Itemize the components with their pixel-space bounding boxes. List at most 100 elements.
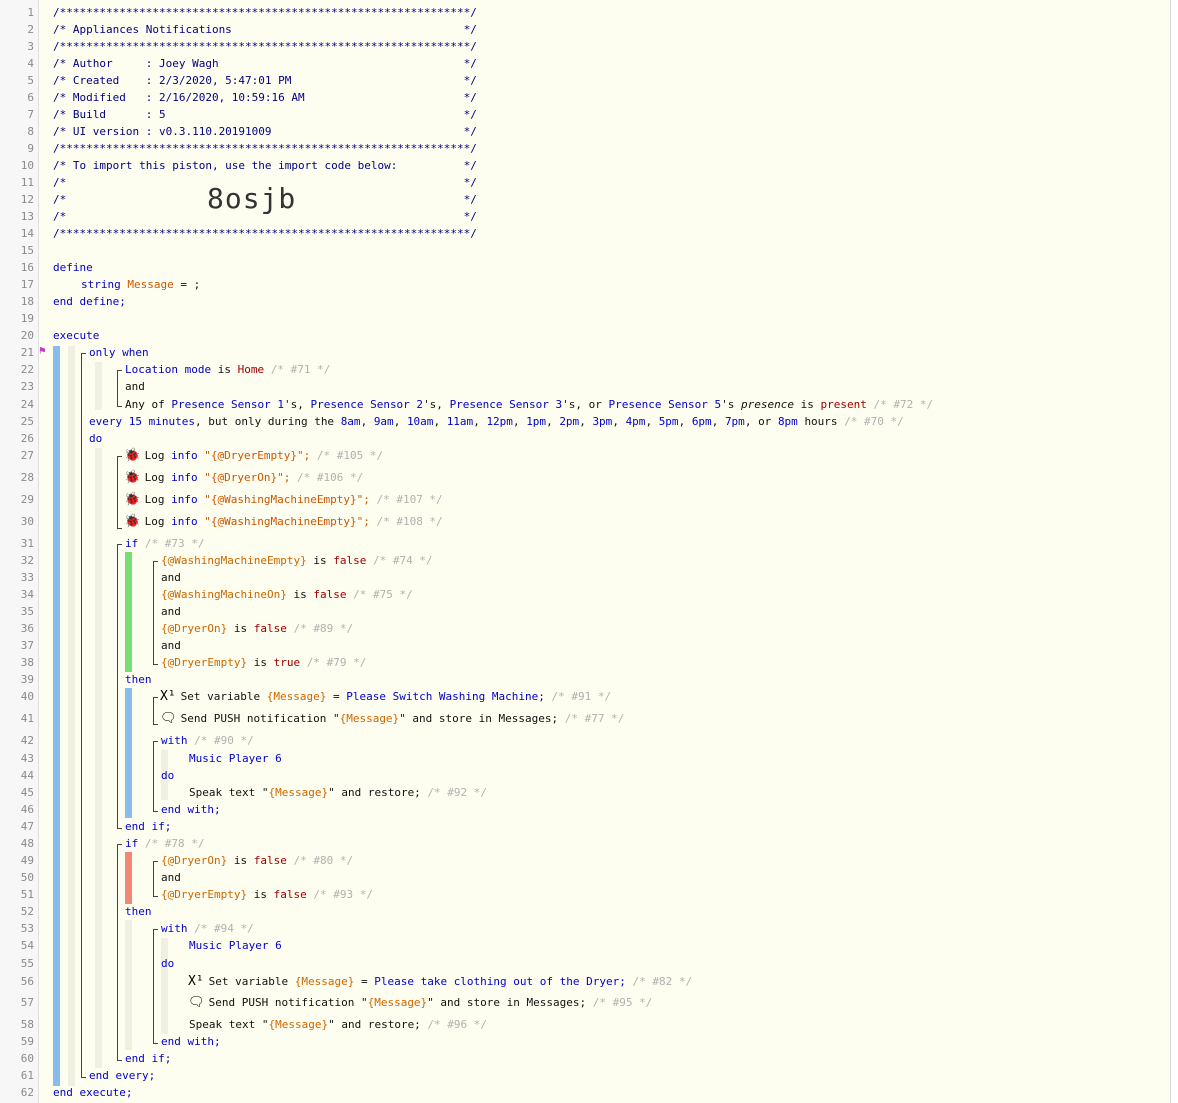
code-token: Set variable — [180, 690, 261, 703]
code-line: then — [125, 673, 1178, 687]
line-number: 26 — [20, 432, 34, 445]
device-name: Presence Sensor 5 — [608, 398, 722, 411]
comment: /* #70 */ — [844, 415, 904, 428]
only-when-bar — [95, 362, 102, 410]
line-number: 46 — [20, 803, 34, 816]
speech-bubble-icon: 🗨 — [188, 995, 205, 1010]
comment: /* #80 */ — [293, 854, 354, 867]
line-number: 24 — [20, 398, 34, 411]
log-expression: "{@WashingMachineEmpty}"; — [204, 515, 370, 528]
expression: {Message} — [367, 996, 428, 1009]
and-operator: and — [161, 605, 181, 618]
comment: /* #82 */ — [632, 975, 693, 988]
end-with-keyword: end with; — [161, 1035, 221, 1048]
hour-value: 11am — [446, 415, 474, 428]
line-number: 48 — [20, 837, 34, 850]
bool-value: false — [253, 854, 287, 867]
header-line: /***************************************… — [53, 6, 1178, 20]
comment: /* #75 */ — [353, 588, 413, 601]
comment: /* #79 */ — [306, 656, 367, 669]
log-expression: "{@DryerEmpty}"; — [204, 449, 311, 462]
device-name: Music Player 6 — [189, 939, 282, 952]
then-block-bar — [125, 688, 132, 818]
header-comment-line: /* Appliances Notifications */ — [53, 23, 477, 36]
code-token: is — [253, 656, 267, 669]
bool-value: false — [253, 622, 287, 635]
line-number: 16 — [20, 261, 34, 274]
code-token: Log — [144, 471, 165, 484]
code-token: " and restore; — [328, 1018, 421, 1031]
end-define-keyword: end define; — [53, 295, 126, 308]
header-comment-line: /***************************************… — [53, 6, 477, 19]
code-token: is — [233, 854, 248, 867]
header-comment-line: /***************************************… — [53, 227, 477, 240]
header-comment-line: /***************************************… — [53, 40, 477, 53]
line-number: 37 — [20, 639, 34, 652]
code-line: X¹ Set variable {Message} = Please take … — [188, 975, 1178, 989]
bug-icon: 🐞 — [124, 448, 141, 463]
line-number: 30 — [20, 515, 34, 528]
expression: {@DryerEmpty} — [161, 888, 248, 901]
code-line: 🗨 Send PUSH notification "{Message}" and… — [160, 712, 1178, 726]
hour-value: 3pm — [592, 415, 613, 428]
header-line: /* Appliances Notifications */ — [53, 23, 1178, 37]
line-number: 52 — [20, 905, 34, 918]
log-expression: "{@WashingMachineEmpty}"; — [204, 493, 370, 506]
line-number: 3 — [27, 40, 34, 53]
header-comment-line: /* To import this piston, use the import… — [53, 159, 477, 172]
line-number: 40 — [20, 690, 34, 703]
if-condition-bracket — [153, 861, 158, 897]
line-number: 8 — [27, 125, 34, 138]
every-keyword: every — [89, 415, 123, 428]
device-name: Music Player 6 — [189, 752, 282, 765]
line-number: 17 — [20, 278, 34, 291]
code-line: {@WashingMachineOn} is false /* #75 */ — [161, 588, 1178, 602]
attribute-name: presence — [741, 398, 794, 411]
line-number: 55 — [20, 957, 34, 970]
code-token: is — [293, 588, 307, 601]
with-keyword: with — [161, 734, 188, 747]
location-mode: Location mode — [125, 363, 212, 376]
code-line: {@DryerEmpty} is false /* #93 */ — [161, 888, 1178, 902]
comment: /* #95 */ — [592, 996, 653, 1009]
x-one-icon: X¹ — [188, 974, 204, 989]
then-block-bar — [125, 920, 132, 1050]
code-line: end every; — [89, 1069, 1178, 1083]
line-number: 34 — [20, 588, 34, 601]
hour-value: 8am — [340, 415, 361, 428]
every-bracket — [81, 353, 86, 1078]
comment: /* #93 */ — [313, 888, 373, 901]
line-number: 23 — [20, 380, 34, 393]
code-token: hours — [804, 415, 838, 428]
line-number-gutter: 1 2 3 4 5 6 7 8 9 10 11 12 13 14 15 16 17 18 19 20 21 22 23 24 2… — [0, 0, 39, 1103]
code-line: Speak text "{Message}" and restore; /* #… — [189, 786, 1178, 800]
code-line: and — [161, 571, 1178, 585]
code-line: {@DryerOn} is false /* #89 */ — [161, 622, 1178, 636]
bool-value: true — [273, 656, 301, 669]
hour-value: 5pm — [658, 415, 679, 428]
hour-value: 8pm — [777, 415, 798, 428]
hour-value: 4pm — [625, 415, 646, 428]
code-line: 🐞 Log info "{@WashingMachineEmpty}"; /* … — [124, 515, 1178, 529]
line-number: 62 — [20, 1086, 34, 1099]
code-line: with /* #90 */ — [161, 734, 1178, 748]
line-number: 4 — [27, 57, 34, 70]
code-token: Send PUSH notification " — [208, 996, 368, 1009]
line-number: 29 — [20, 493, 34, 506]
code-token: 's, or — [562, 398, 602, 411]
bug-icon: 🐞 — [124, 470, 141, 485]
code-token: " and store in Messages; — [427, 996, 587, 1009]
code-line: then — [125, 905, 1178, 919]
line-number: 47 — [20, 820, 34, 833]
expression: {Message} — [294, 975, 355, 988]
variable-name: Message — [127, 278, 174, 291]
code-token: is — [253, 888, 267, 901]
log-level: info — [171, 471, 198, 484]
code-token: Speak text " — [189, 1018, 269, 1031]
expression: {@WashingMachineEmpty} — [161, 554, 307, 567]
comment: /* #73 */ — [144, 537, 205, 550]
code-line: Speak text "{Message}" and restore; /* #… — [189, 1018, 1178, 1032]
code-line: every 15 minutes, but only during the 8a… — [89, 415, 904, 428]
hour-value: 6pm — [691, 415, 712, 428]
code-token: Set variable — [208, 975, 289, 988]
